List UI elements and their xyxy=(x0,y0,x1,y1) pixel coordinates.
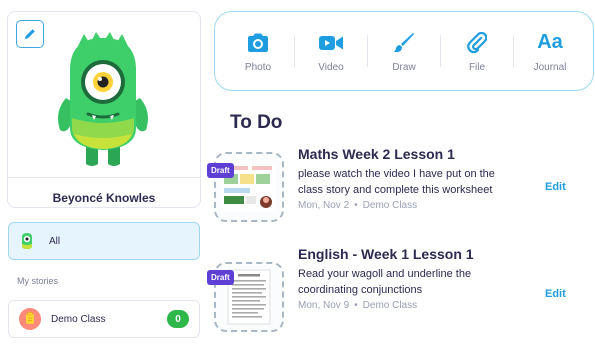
edit-button[interactable]: Edit xyxy=(545,181,566,193)
task-body: English - Week 1 Lesson 1 Read your wago… xyxy=(298,246,508,311)
draw-label: Draw xyxy=(392,61,416,73)
paperclip-icon xyxy=(467,31,487,53)
paintbrush-icon xyxy=(394,32,414,52)
task-class: Demo Class xyxy=(362,300,418,311)
task-body: Maths Week 2 Lesson 1 please watch the v… xyxy=(298,146,508,211)
story-count-badge: 0 xyxy=(167,310,189,328)
video-button[interactable]: Video xyxy=(301,30,361,73)
profile-divider xyxy=(8,177,200,178)
class-avatar-icon xyxy=(19,308,41,330)
video-label: Video xyxy=(318,61,344,73)
toolbar-divider xyxy=(367,35,368,67)
journal-button[interactable]: Aa Journal xyxy=(520,30,580,73)
task-date: Mon, Nov 2 xyxy=(298,200,350,211)
my-stories-label: My stories xyxy=(17,276,59,286)
toolbar-divider xyxy=(294,35,295,67)
journal-label: Journal xyxy=(533,61,567,73)
draw-button[interactable]: Draw xyxy=(374,30,434,73)
task-title[interactable]: Maths Week 2 Lesson 1 xyxy=(298,146,508,163)
task-meta: Mon, Nov 9 • Demo Class xyxy=(298,300,508,311)
task-meta: Mon, Nov 2 • Demo Class xyxy=(298,200,508,211)
task-description: please watch the video I have put on the… xyxy=(298,168,495,196)
journal-icon: Aa xyxy=(537,31,563,53)
edit-avatar-button[interactable] xyxy=(16,20,44,48)
sidebar-item-demo-class-label: Demo Class xyxy=(51,313,106,325)
meta-separator: • xyxy=(354,200,358,211)
edit-button[interactable]: Edit xyxy=(545,288,566,300)
monster-avatar xyxy=(48,30,158,170)
meta-separator: • xyxy=(354,300,358,311)
post-toolbar: Photo Video Draw File Aa Journal xyxy=(214,11,594,91)
task-description: Read your wagoll and underline the coord… xyxy=(298,268,472,296)
camera-icon xyxy=(248,33,268,52)
task-title[interactable]: English - Week 1 Lesson 1 xyxy=(298,246,508,263)
file-label: File xyxy=(468,61,486,73)
pencil-icon xyxy=(25,29,35,39)
draft-badge: Draft xyxy=(207,270,234,285)
toolbar-divider xyxy=(513,35,514,67)
sidebar-item-demo-class[interactable]: Demo Class 0 xyxy=(8,300,200,338)
photo-label: Photo xyxy=(244,61,272,73)
draft-badge: Draft xyxy=(207,163,234,178)
sidebar-item-all[interactable]: All xyxy=(8,222,200,260)
task-date: Mon, Nov 9 xyxy=(298,300,350,311)
monster-mini-icon xyxy=(22,233,32,249)
profile-name: Beyoncé Knowles xyxy=(52,191,156,205)
profile-card: Beyoncé Knowles xyxy=(7,11,201,208)
photo-button[interactable]: Photo xyxy=(228,30,288,73)
sidebar-item-all-label: All xyxy=(49,235,61,247)
toolbar-divider xyxy=(440,35,441,67)
todo-heading: To Do xyxy=(230,112,283,133)
file-button[interactable]: File xyxy=(447,30,507,73)
video-camera-icon xyxy=(319,35,343,50)
task-class: Demo Class xyxy=(362,200,418,211)
